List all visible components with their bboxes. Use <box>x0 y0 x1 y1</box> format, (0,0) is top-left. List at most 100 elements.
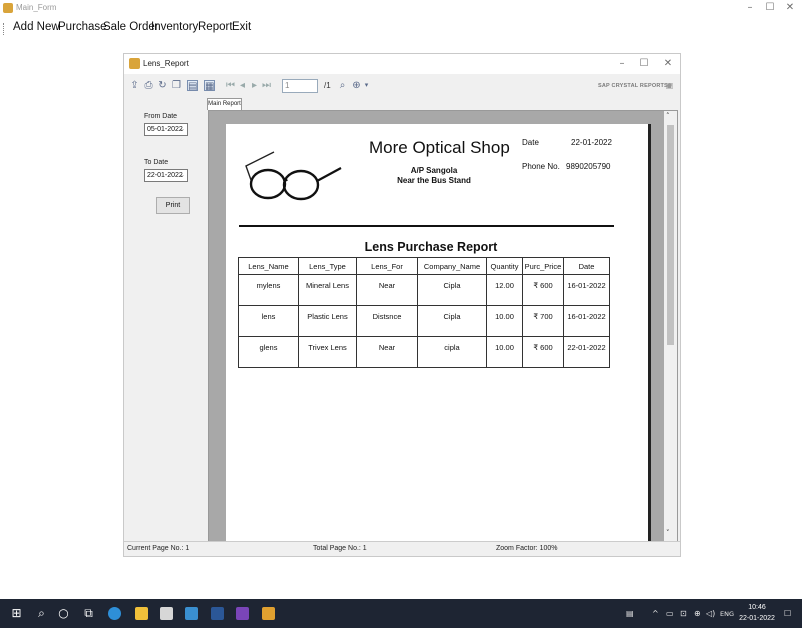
table-cell: Near <box>356 274 418 306</box>
search-icon[interactable]: ⌕ <box>35 607 48 620</box>
volume-icon[interactable]: ◁) <box>706 609 715 618</box>
scroll-up-icon[interactable]: ˄ <box>666 112 670 120</box>
menu-add-new[interactable]: Add New <box>13 21 60 33</box>
tab-main-report[interactable]: Main Report <box>207 98 242 110</box>
report-minimize-button[interactable]: – <box>614 57 630 71</box>
column-header: Lens_Name <box>238 257 299 275</box>
table-cell: Trivex Lens <box>298 336 357 368</box>
main-form-app-icon[interactable] <box>262 607 275 620</box>
notes-icon[interactable]: ▤ <box>626 609 634 618</box>
current-page-status: Current Page No.: 1 <box>127 545 190 552</box>
export-icon[interactable]: ⇪ <box>129 80 140 91</box>
find-icon[interactable]: ⌕ <box>337 80 348 91</box>
table-cell: 16-01-2022 <box>563 305 610 337</box>
previous-page-icon[interactable]: ◂ <box>237 80 248 91</box>
menu-purchase[interactable]: Purchase <box>58 21 107 33</box>
report-status-bar: Current Page No.: 1 Total Page No.: 1 Zo… <box>124 541 680 556</box>
word-icon[interactable] <box>211 607 224 620</box>
language-indicator[interactable]: ENG <box>720 610 734 618</box>
to-date-label: To Date <box>144 159 169 166</box>
header-divider <box>239 225 614 227</box>
next-page-icon[interactable]: ▸ <box>249 80 260 91</box>
report-viewer: More Optical Shop A/P Sangola Near the B… <box>208 110 678 544</box>
store-icon[interactable] <box>185 607 198 620</box>
notification-center-icon[interactable]: ☐ <box>784 609 791 618</box>
to-date-value: 22-01-2022 <box>147 172 183 179</box>
menu-report[interactable]: Report <box>198 21 233 33</box>
toggle-parameter-panel-icon[interactable]: ▦ <box>204 80 215 92</box>
table-cell: 10.00 <box>486 336 523 368</box>
table-cell: Distsnce <box>356 305 418 337</box>
last-page-icon[interactable]: ⏭ <box>261 80 272 91</box>
address-line-1: A/P Sangola <box>410 166 458 175</box>
windows-start-icon[interactable]: ⊞ <box>10 607 23 620</box>
scrollbar-thumb[interactable] <box>667 125 674 345</box>
report-maximize-button[interactable]: ☐ <box>636 57 652 71</box>
menu-grip <box>3 23 5 35</box>
globe-icon[interactable]: ⊕ <box>694 609 701 618</box>
column-header: Quantity <box>486 257 523 275</box>
table-cell: glens <box>238 336 299 368</box>
page-number-input[interactable]: 1 <box>282 79 318 93</box>
zoom-dropdown-icon[interactable]: ▾ <box>361 80 372 91</box>
edge-icon[interactable] <box>108 607 121 620</box>
network-icon[interactable]: ⊡ <box>680 609 687 618</box>
table-row: lens Plastic Lens Distsnce Cipla 10.00 ₹… <box>238 305 610 337</box>
shop-name: More Optical Shop <box>369 138 510 157</box>
report-toolbar: ⇪ ⎙ ↻ ❐ ▤ ▦ ⏮ ◂ ▸ ⏭ 1 /1 ⌕ ⊕ ▾ SAP CRYST… <box>124 75 680 97</box>
column-header: Lens_Type <box>298 257 357 275</box>
cortana-icon[interactable]: ○ <box>57 607 70 620</box>
table-row: glens Trivex Lens Near cipla 10.00 ₹ 600… <box>238 336 610 368</box>
task-view-icon[interactable]: ⧉ <box>82 607 95 620</box>
file-explorer-icon[interactable] <box>135 607 148 620</box>
menu-inventory[interactable]: Inventory <box>151 21 198 33</box>
brand-logo-icon: ▣ <box>665 81 674 90</box>
address-line-2: Near the Bus Stand <box>397 176 471 185</box>
clock-date[interactable]: 22-01-2022 <box>735 615 779 622</box>
toggle-group-tree-icon[interactable]: ▤ <box>187 80 198 92</box>
report-close-button[interactable]: ✕ <box>660 57 676 71</box>
copy-icon[interactable]: ❐ <box>171 80 182 91</box>
report-page: More Optical Shop A/P Sangola Near the B… <box>226 124 648 544</box>
chevron-down-icon: ⌄ <box>179 125 185 133</box>
main-window-title: Main_Form <box>16 3 57 12</box>
close-button[interactable]: ✕ <box>782 1 798 15</box>
table-cell: 22-01-2022 <box>563 336 610 368</box>
table-cell: Cipla <box>417 305 487 337</box>
clock-time[interactable]: 10:46 <box>744 604 770 611</box>
table-cell: Near <box>356 336 418 368</box>
menu-bar: Add New Purchase Sale Order Inventory Re… <box>0 18 802 40</box>
lens-report-window: Lens_Report – ☐ ✕ ⇪ ⎙ ↻ ❐ ▤ ▦ ⏮ ◂ ▸ ⏭ 1 … <box>123 53 681 557</box>
report-title: Lens Purchase Report <box>364 240 498 254</box>
table-cell: Cipla <box>417 274 487 306</box>
chevron-down-icon: ⌄ <box>179 171 185 179</box>
app-icon <box>3 3 13 13</box>
menu-exit[interactable]: Exit <box>232 21 251 33</box>
table-cell: ₹ 600 <box>522 336 564 368</box>
total-page-status: Total Page No.: 1 <box>313 545 367 552</box>
taskbar: ⊞ ⌕ ○ ⧉ ▤ ^ ▭ ⊡ ⊕ ◁) ENG 10:46 22-01-202… <box>0 599 802 628</box>
vertical-scrollbar[interactable]: ˄ ˅ <box>664 111 677 541</box>
refresh-icon[interactable]: ↻ <box>157 80 168 91</box>
print-icon[interactable]: ⎙ <box>143 80 154 91</box>
from-date-picker[interactable]: 05-01-2022 ⌄ <box>144 123 188 136</box>
first-page-icon[interactable]: ⏮ <box>225 80 236 91</box>
scroll-down-icon[interactable]: ˅ <box>666 529 670 537</box>
table-cell: cipla <box>417 336 487 368</box>
table-cell: Mineral Lens <box>298 274 357 306</box>
maximize-button[interactable]: ☐ <box>762 1 778 15</box>
calendar-app-icon[interactable] <box>160 607 173 620</box>
table-header-row: Lens_Name Lens_Type Lens_For Company_Nam… <box>238 257 610 275</box>
main-window-titlebar: Main_Form – ☐ ✕ <box>0 0 802 18</box>
table-cell: 12.00 <box>486 274 523 306</box>
battery-icon[interactable]: ▭ <box>666 609 674 618</box>
to-date-picker[interactable]: 22-01-2022 ⌄ <box>144 169 188 182</box>
print-button[interactable]: Print <box>156 197 190 214</box>
visual-studio-icon[interactable] <box>236 607 249 620</box>
show-hidden-icons-chevron-icon[interactable]: ^ <box>652 609 659 618</box>
report-app-icon <box>129 58 140 69</box>
minimize-button[interactable]: – <box>742 1 758 15</box>
crystal-reports-brand: SAP CRYSTAL REPORTS® <box>598 83 673 89</box>
report-window-titlebar: Lens_Report – ☐ ✕ <box>124 54 680 74</box>
table-cell: ₹ 600 <box>522 274 564 306</box>
